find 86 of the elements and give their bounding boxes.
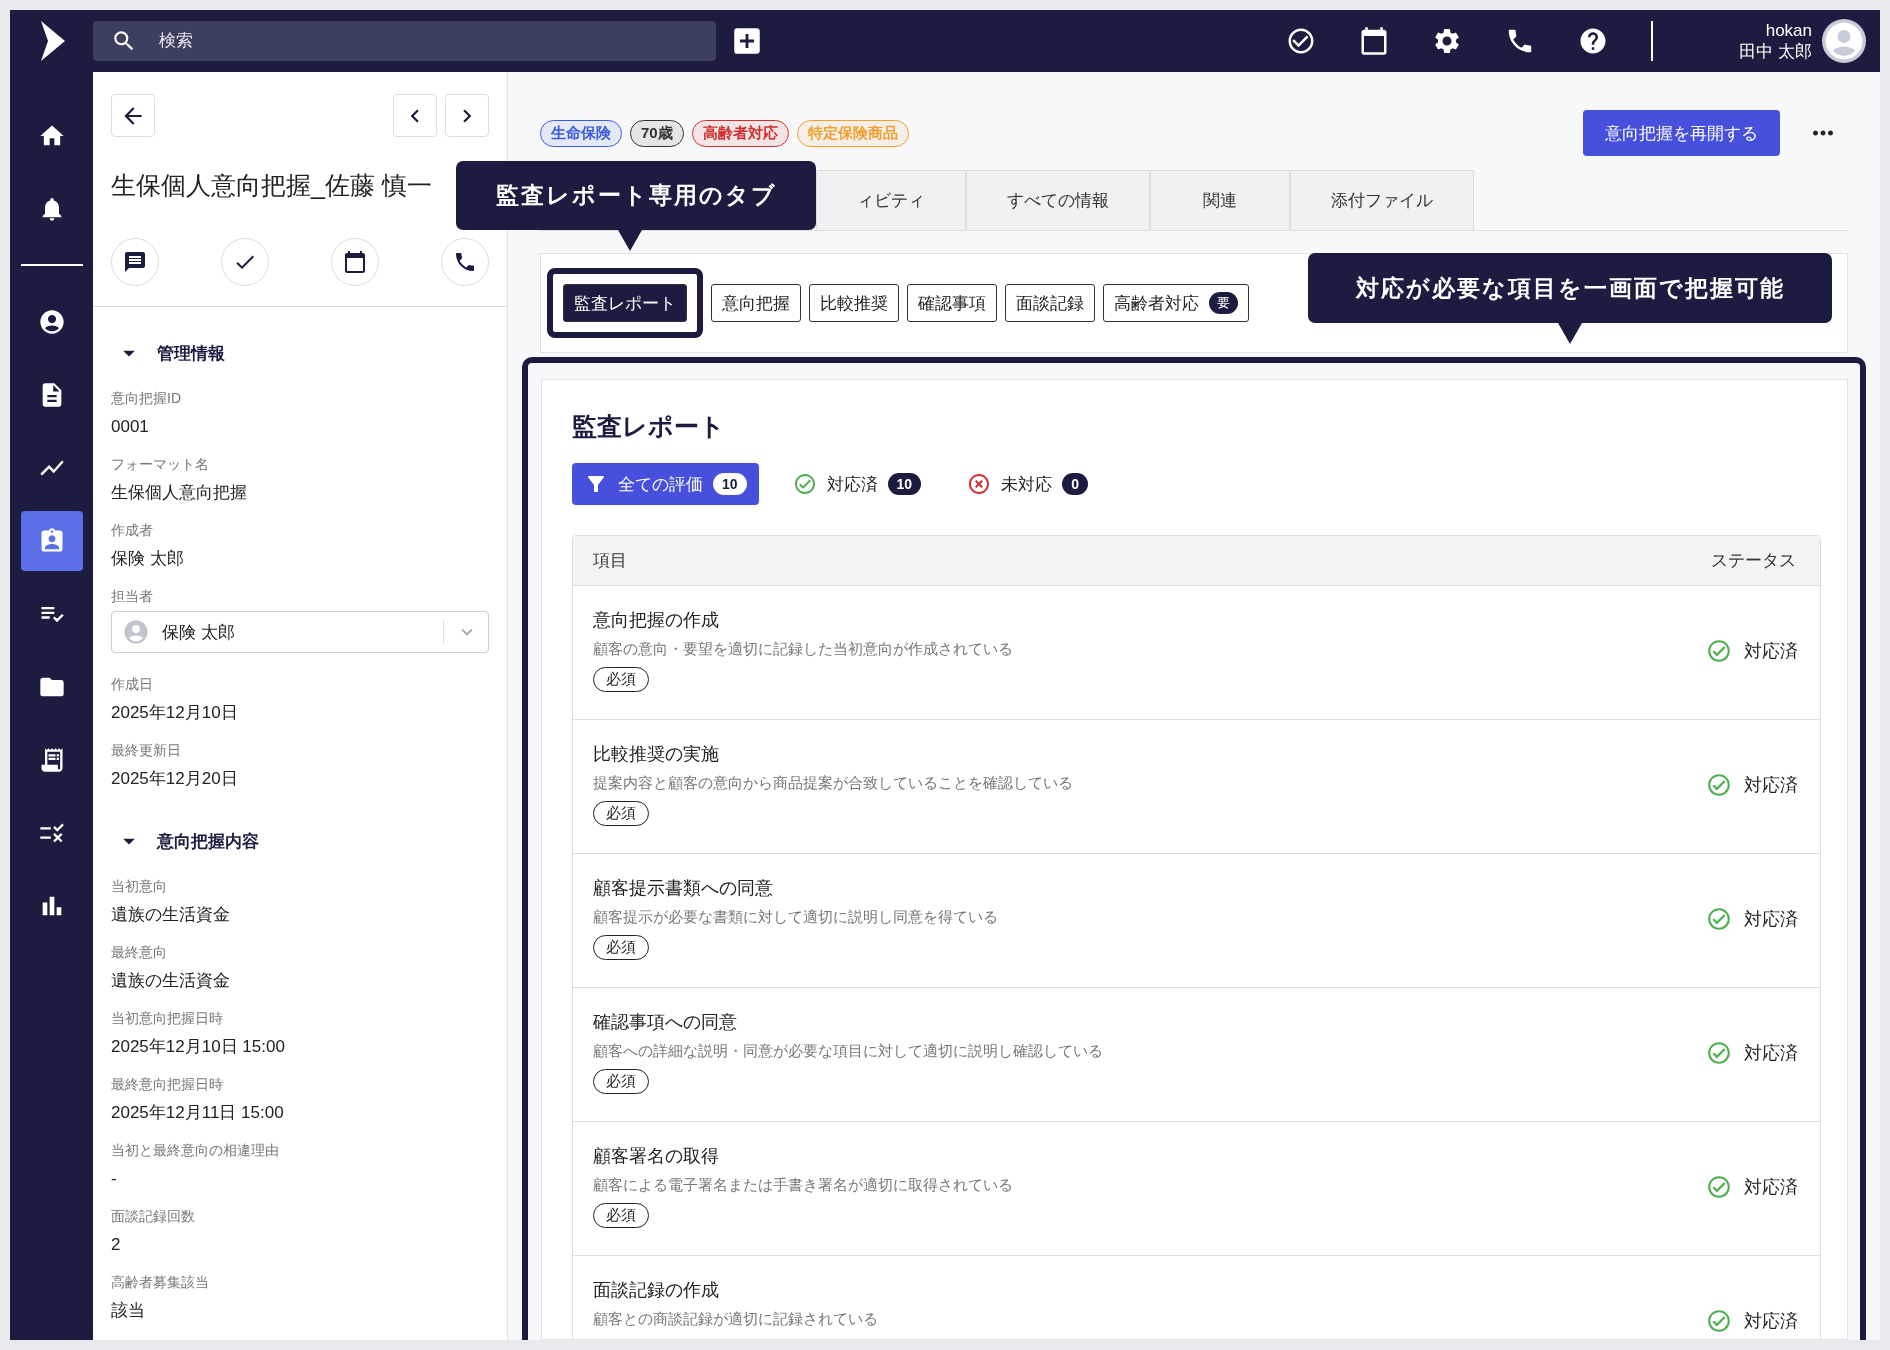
item-description: 顧客との商談記録が適切に記録されている <box>593 1310 878 1329</box>
field-value: 2025年12月10日 15:00 <box>111 1036 286 1058</box>
column-header: ステータス <box>1711 550 1796 572</box>
tab[interactable]: 添付ファイル <box>1290 170 1474 230</box>
subtab[interactable]: 監査レポート <box>563 284 687 322</box>
back-button[interactable] <box>111 94 155 137</box>
status-text: 対応済 <box>1744 1042 1798 1065</box>
status-text: 対応済 <box>1744 1176 1798 1199</box>
callout-tooltip: 対応が必要な項目を一画面で把握可能 <box>1308 253 1832 344</box>
field-value: 生保個人意向把握 <box>111 482 248 504</box>
tag: 70歳 <box>630 119 684 147</box>
section-title: 管理情報 <box>157 342 225 365</box>
tab[interactable]: ィビティ <box>816 170 966 230</box>
field-label: フォーマット名 <box>111 455 210 474</box>
tag: 生命保険 <box>540 119 622 147</box>
phone-icon <box>453 250 477 274</box>
item-title: 比較推奨の実施 <box>593 743 719 766</box>
field-label: 作成日 <box>111 675 154 694</box>
field-value: 遺族の生活資金 <box>111 904 231 926</box>
tab[interactable]: 関連 <box>1150 170 1290 230</box>
field-label: 高齢者募集該当 <box>111 1273 210 1292</box>
avatar-icon[interactable] <box>1822 19 1866 63</box>
item-description: 顧客の意向・要望を適切に記録した当初意向が作成されている <box>593 640 1013 659</box>
avatar-icon <box>122 618 150 646</box>
user-name: 田中 太郎 <box>1739 41 1812 62</box>
check-button[interactable] <box>221 238 269 286</box>
item-title: 面談記録の作成 <box>593 1279 719 1302</box>
item-title: 意向把握の作成 <box>593 609 719 632</box>
item-description: 顧客への詳細な説明・同意が必要な項目に対して適切に説明し確認している <box>593 1042 1103 1061</box>
field-value: 0001 <box>111 416 150 438</box>
field-label: 当初意向 <box>111 877 168 896</box>
item-title: 顧客署名の取得 <box>593 1145 719 1168</box>
filter-button[interactable]: 対応済 10 <box>780 463 934 505</box>
subtab[interactable]: 意向把握 <box>711 284 801 322</box>
callout-tooltip: 監査レポート専用のタブ <box>456 161 816 251</box>
report-title: 監査レポート <box>572 411 726 442</box>
tag: 高齢者対応 <box>691 119 789 147</box>
subtab[interactable]: 面談記録 <box>1005 284 1095 322</box>
subtab[interactable]: 比較推奨 <box>809 284 899 322</box>
field-label: 作成者 <box>111 521 154 540</box>
column-header: 項目 <box>593 550 627 572</box>
resume-button[interactable]: 意向把握を再開する <box>1583 110 1780 156</box>
status-text: 対応済 <box>1744 1310 1798 1333</box>
field-label: 最終更新日 <box>111 741 182 760</box>
item-title: 確認事項への同意 <box>593 1011 737 1034</box>
field-value: 2025年12月10日 <box>111 702 239 724</box>
field-value: 2025年12月20日 <box>111 768 239 790</box>
tab[interactable]: すべての情報 <box>966 170 1150 230</box>
field-label: 当初と最終意向の相違理由 <box>111 1141 280 1160</box>
subtab[interactable]: 高齢者対応 要 <box>1103 284 1249 322</box>
field-label: 意向把握ID <box>111 389 182 408</box>
field-label: 担当者 <box>111 587 154 606</box>
field-label: 最終意向 <box>111 943 168 962</box>
field-label: 面談記録回数 <box>111 1207 196 1226</box>
field-value: 2 <box>111 1234 122 1256</box>
assignee-select[interactable]: 保険 太郎 <box>111 611 489 653</box>
calendar-icon[interactable] <box>1359 26 1390 56</box>
tag: 特定保険商品 <box>796 119 909 147</box>
item-description: 顧客提示が必要な書類に対して適切に説明し同意を得ている <box>593 908 998 927</box>
calendar-icon <box>343 250 367 274</box>
message-icon <box>123 250 147 274</box>
field-value: 保険 太郎 <box>111 548 185 570</box>
field-label: 最終意向把握日時 <box>111 1075 224 1094</box>
section-title: 意向把握内容 <box>157 830 259 853</box>
phone-button[interactable] <box>441 238 489 286</box>
search-field[interactable]: 検索 <box>93 21 716 61</box>
item-description: 提案内容と顧客の意向から商品提案が合致していることを確認している <box>593 774 1073 793</box>
logo-icon <box>38 21 65 61</box>
message-button[interactable] <box>111 238 159 286</box>
filter-button[interactable]: 未対応 0 <box>955 463 1100 505</box>
subtab[interactable]: 確認事項 <box>907 284 997 322</box>
field-value: - <box>111 1168 118 1190</box>
calendar-button[interactable] <box>331 238 379 286</box>
status-text: 対応済 <box>1744 908 1798 931</box>
field-label: 当初意向把握日時 <box>111 1009 224 1028</box>
record-title: 生保個人意向把握_佐藤 慎一 <box>111 170 433 201</box>
item-title: 顧客提示書類への同意 <box>593 877 773 900</box>
item-description: 顧客による電子署名または手書き署名が適切に取得されている <box>593 1176 1013 1195</box>
status-text: 対応済 <box>1744 774 1798 797</box>
field-value: 遺族の生活資金 <box>111 970 231 992</box>
filter-button[interactable]: 全ての評価 10 <box>572 463 759 505</box>
user-icon <box>37 308 66 336</box>
user-account: hokan <box>1765 20 1812 41</box>
field-value: 2025年12月11日 15:00 <box>111 1102 285 1124</box>
field-value: 該当 <box>111 1300 146 1322</box>
status-text: 対応済 <box>1744 640 1798 663</box>
